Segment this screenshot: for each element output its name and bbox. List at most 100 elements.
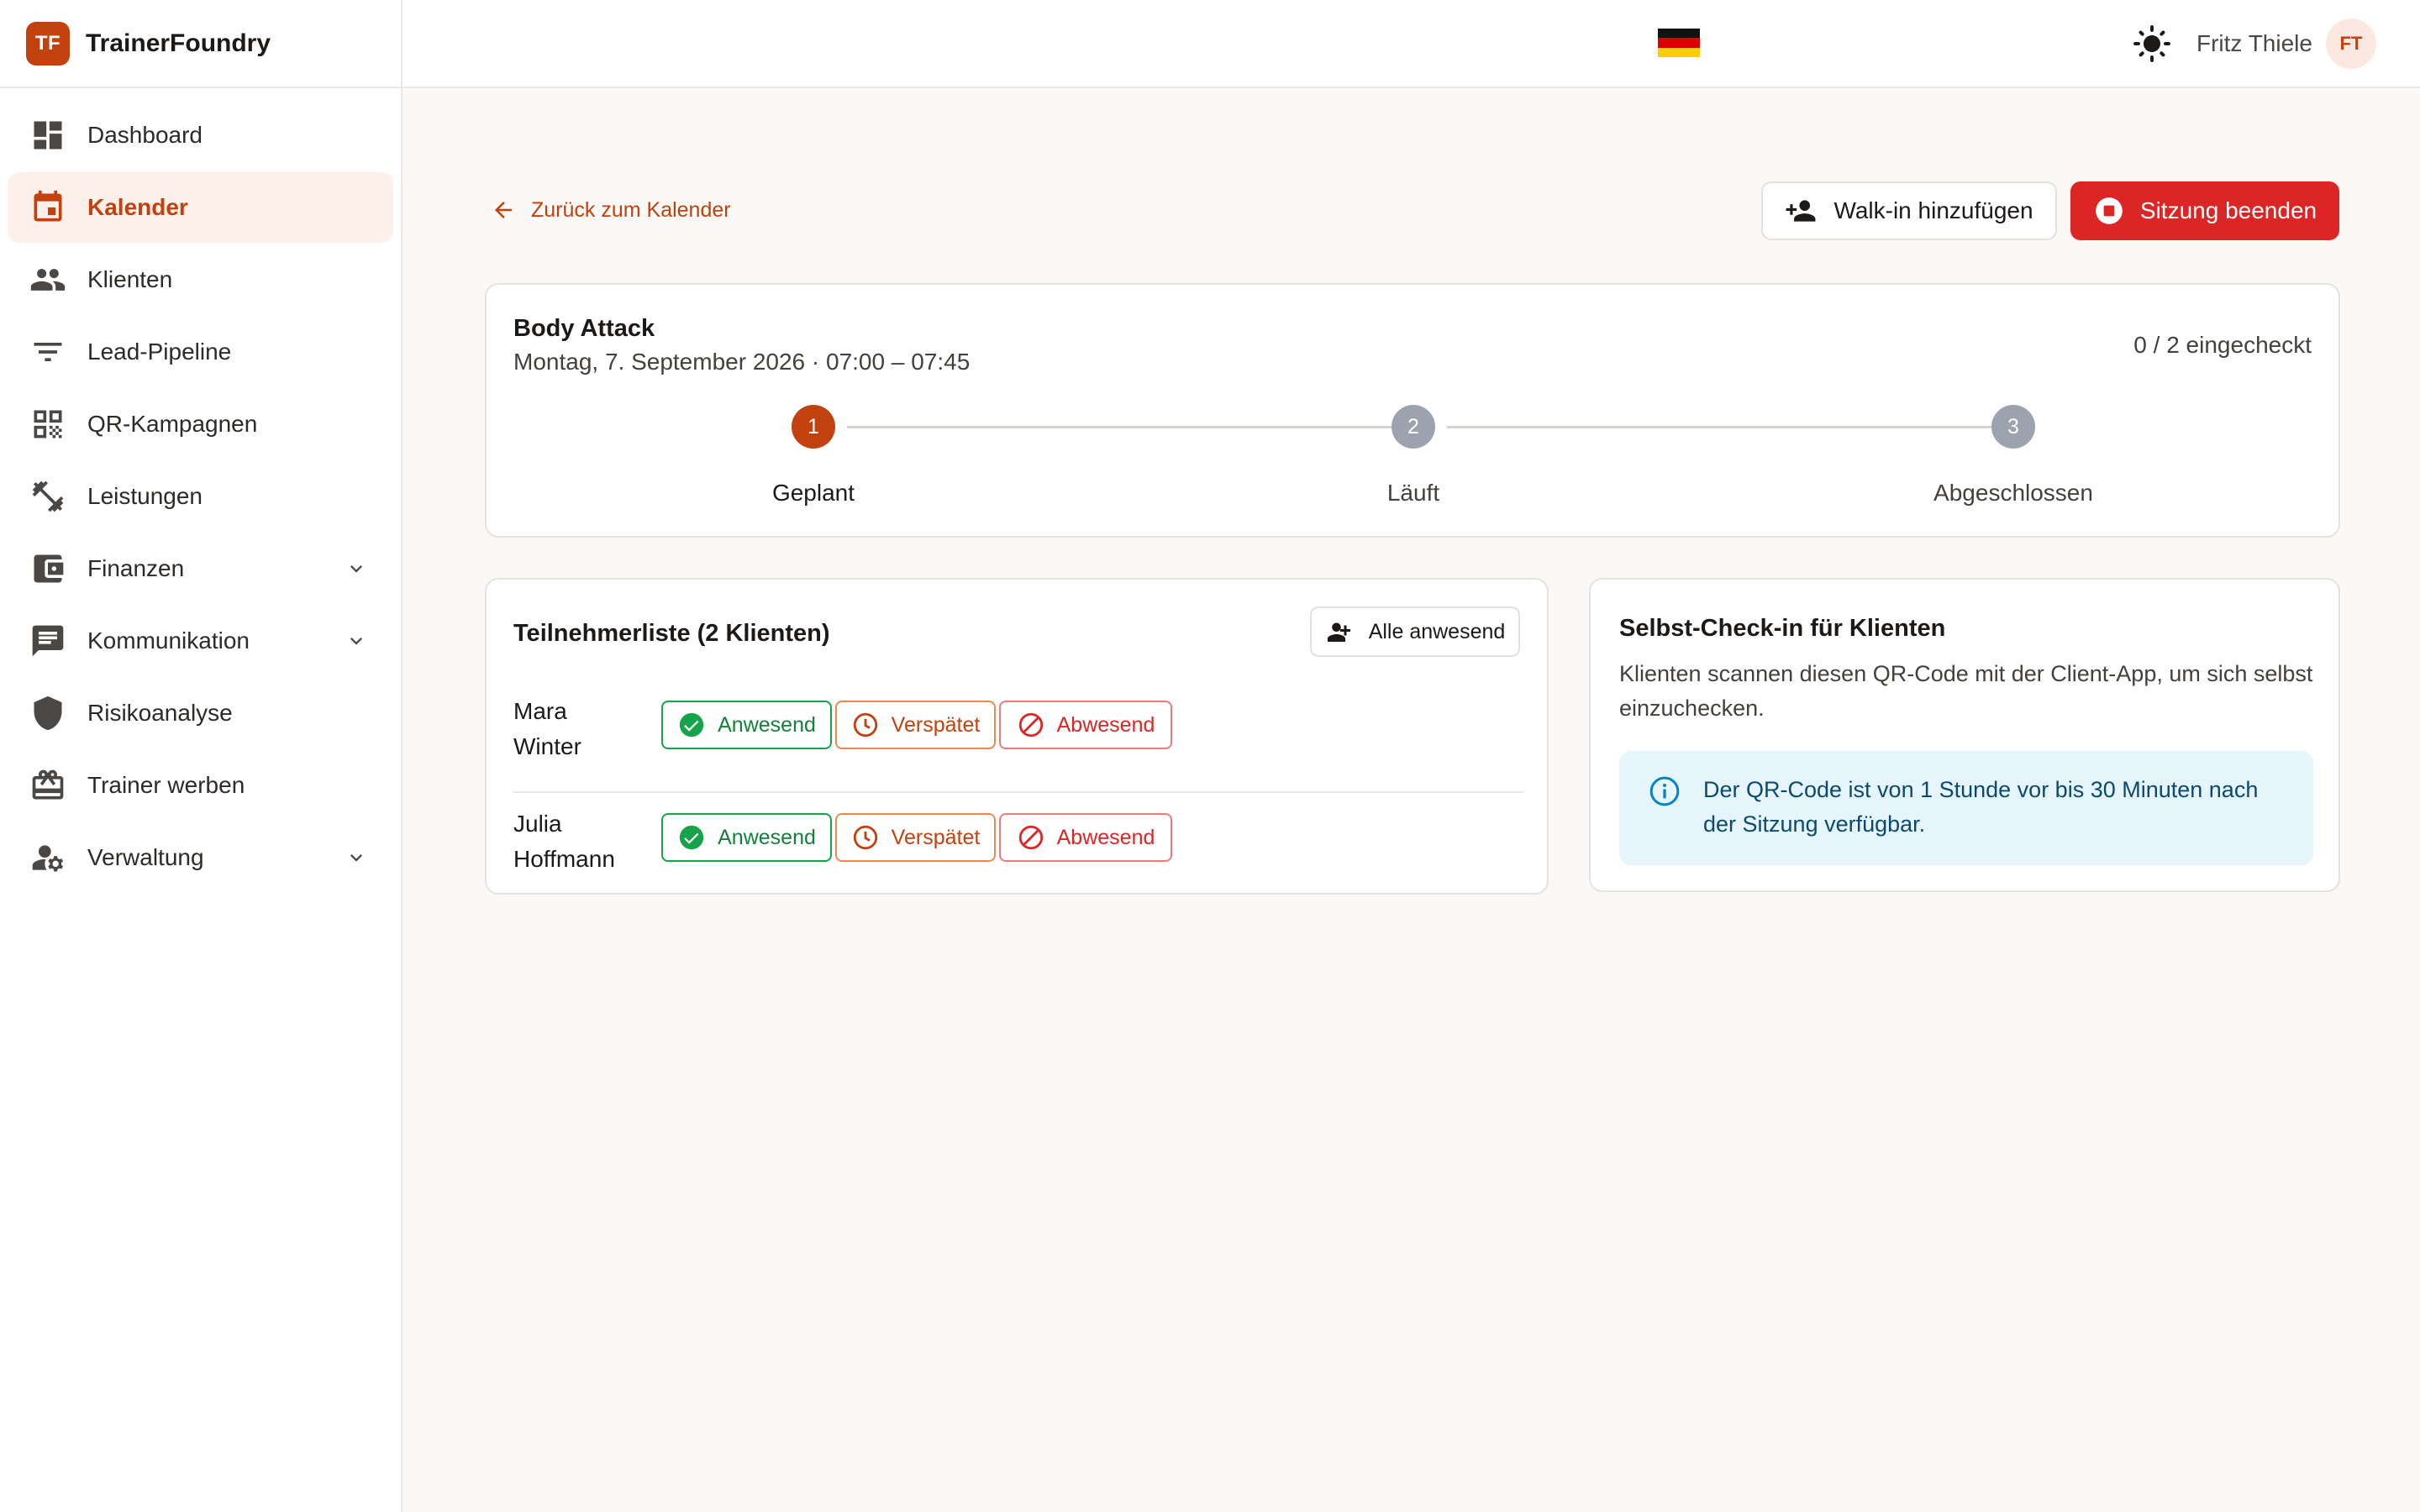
stepper-connector — [847, 426, 1407, 428]
sidebar-item-label: Trainer werben — [87, 772, 245, 798]
person-add-icon — [1786, 200, 1816, 222]
mark-late-button[interactable]: Verspätet — [835, 813, 996, 862]
mark-present-button[interactable]: Anwesend — [661, 701, 832, 749]
mark-absent-button[interactable]: Abwesend — [999, 701, 1172, 749]
dumbbell-icon — [29, 478, 66, 515]
user-name: Fritz Thiele — [2196, 30, 2312, 56]
sidebar-item-lead-pipeline[interactable]: Lead-Pipeline — [8, 317, 393, 387]
absent-label: Abwesend — [1056, 712, 1155, 737]
end-session-button[interactable]: Sitzung beenden — [2070, 181, 2339, 240]
participant-name: Julia Hoffmann — [513, 806, 639, 877]
stepper-connector — [1447, 426, 2007, 428]
sidebar-item-label: Klienten — [87, 266, 173, 292]
people-icon — [29, 261, 66, 298]
calendar-icon — [29, 189, 66, 226]
participant-last-name: Hoffmann — [513, 846, 615, 872]
self-checkin-description: Klienten scannen diesen QR-Code mit der … — [1619, 661, 2313, 721]
participant-list-card: Teilnehmerliste (2 Klienten) Alle anwese… — [485, 578, 2007, 895]
mark-present-button[interactable]: Anwesend — [661, 813, 832, 862]
checked-in-count: 0 / 2 eingecheckt — [2133, 332, 2312, 358]
participant-last-name: Winter — [513, 733, 581, 759]
chevron-down-icon[interactable] — [345, 557, 368, 580]
step-running-label: Läuft — [1386, 480, 1440, 506]
chevron-down-icon[interactable] — [345, 846, 368, 869]
arrow-left-icon — [495, 202, 512, 218]
present-label: Anwesend — [718, 712, 816, 737]
sidebar-item-qr-kampagnen[interactable]: QR-Kampagnen — [8, 389, 393, 459]
session-card: Body Attack Montag, 7. September 2026 · … — [485, 283, 2340, 538]
self-checkin-card: Selbst-Check-in für Klienten Klienten sc… — [1589, 578, 2340, 892]
session-datetime: Montag, 7. September 2026 · 07:00 – 07:4… — [513, 349, 971, 375]
shield-icon — [29, 695, 66, 732]
participant-first-name: Julia — [513, 811, 562, 837]
avatar[interactable]: FT — [2326, 18, 2376, 69]
brand-name: TrainerFoundry — [86, 29, 271, 57]
step-completed-dot: 3 — [1991, 405, 2035, 449]
mark-all-present-button[interactable]: Alle anwesend — [1310, 606, 1520, 657]
sidebar-item-finanzen[interactable]: Finanzen — [8, 533, 393, 604]
sidebar-item-label: Lead-Pipeline — [87, 339, 232, 365]
sidebar-item-dashboard[interactable]: Dashboard — [8, 100, 393, 171]
mark-absent-button[interactable]: Abwesend — [999, 813, 1172, 862]
sun-icon[interactable] — [2132, 24, 2172, 64]
step-completed-label: Abgeschlossen — [1933, 480, 2093, 506]
absent-label: Abwesend — [1056, 825, 1155, 849]
step-planned-label: Geplant — [771, 480, 855, 506]
participant-row: Mara Winter Anwesend Verspätet Abwesend — [513, 680, 2007, 793]
participant-list-title: Teilnehmerliste (2 Klienten) — [513, 620, 830, 647]
late-label: Verspätet — [891, 825, 981, 849]
self-checkin-title: Selbst-Check-in für Klienten — [1619, 615, 1946, 642]
sidebar-item-risikoanalyse[interactable]: Risikoanalyse — [8, 678, 393, 748]
session-title: Body Attack — [513, 315, 655, 342]
sidebar-item-klienten[interactable]: Klienten — [8, 244, 393, 315]
filter-icon — [29, 333, 66, 370]
sidebar-item-label: Finanzen — [87, 555, 185, 581]
germany-flag-icon[interactable] — [1658, 29, 1700, 57]
sidebar-item-leistungen[interactable]: Leistungen — [8, 461, 393, 532]
group-add-icon — [1327, 622, 1350, 642]
sidebar-item-label: Dashboard — [87, 122, 203, 148]
sidebar-item-label: Kalender — [87, 194, 188, 220]
brand[interactable]: TF TrainerFoundry — [0, 0, 401, 88]
present-label: Anwesend — [718, 825, 816, 849]
back-link-label: Zurück zum Kalender — [531, 197, 731, 222]
sidebar-item-label: Kommunikation — [87, 627, 250, 654]
sidebar-nav: Dashboard Kalender Klienten Lead-Pipelin… — [0, 88, 401, 893]
sidebar-item-label: Risikoanalyse — [87, 700, 233, 726]
end-session-label: Sitzung beenden — [2139, 197, 2317, 223]
mark-all-present-label: Alle anwesend — [1368, 619, 1506, 643]
add-walkin-button[interactable]: Walk-in hinzufügen — [1761, 181, 2057, 240]
sidebar-item-label: Verwaltung — [87, 844, 204, 870]
add-walkin-label: Walk-in hinzufügen — [1833, 197, 2033, 223]
qr-availability-text: Der QR-Code ist von 1 Stunde vor bis 30 … — [1703, 777, 2259, 837]
sidebar: TF TrainerFoundry Dashboard Kalender Kli… — [0, 0, 402, 1512]
sidebar-item-kalender[interactable]: Kalender — [8, 172, 393, 243]
dashboard-icon — [29, 117, 66, 154]
top-bar — [402, 0, 2420, 88]
qr-code-icon — [29, 406, 66, 443]
sidebar-item-trainer-werben[interactable]: Trainer werben — [8, 750, 393, 821]
sidebar-item-label: Leistungen — [87, 483, 203, 509]
participant-row: Julia Hoffmann Anwesend Verspätet Abwese… — [513, 793, 2007, 906]
participant-first-name: Mara — [513, 698, 567, 724]
user-settings-icon — [29, 839, 66, 876]
sidebar-item-verwaltung[interactable]: Verwaltung — [8, 822, 393, 893]
step-planned-dot: 1 — [792, 405, 835, 449]
mark-late-button[interactable]: Verspätet — [835, 701, 996, 749]
stop-circle-icon — [2096, 197, 2123, 224]
qr-availability-info: Der QR-Code ist von 1 Stunde vor bis 30 … — [1619, 751, 2313, 865]
info-icon — [1649, 776, 1680, 806]
brand-logo: TF — [26, 21, 70, 66]
sidebar-item-label: QR-Kampagnen — [87, 411, 258, 437]
clock-icon — [853, 825, 877, 850]
sidebar-item-kommunikation[interactable]: Kommunikation — [8, 606, 393, 676]
step-running-dot: 2 — [1392, 405, 1435, 449]
block-icon — [1018, 712, 1043, 738]
gift-icon — [29, 767, 66, 804]
participant-name: Mara Winter — [513, 694, 639, 764]
chevron-down-icon[interactable] — [345, 629, 368, 653]
block-icon — [1018, 825, 1043, 850]
check-circle-icon — [679, 825, 704, 850]
back-to-calendar-link[interactable]: Zurück zum Kalender — [491, 197, 731, 223]
chat-icon — [29, 622, 66, 659]
